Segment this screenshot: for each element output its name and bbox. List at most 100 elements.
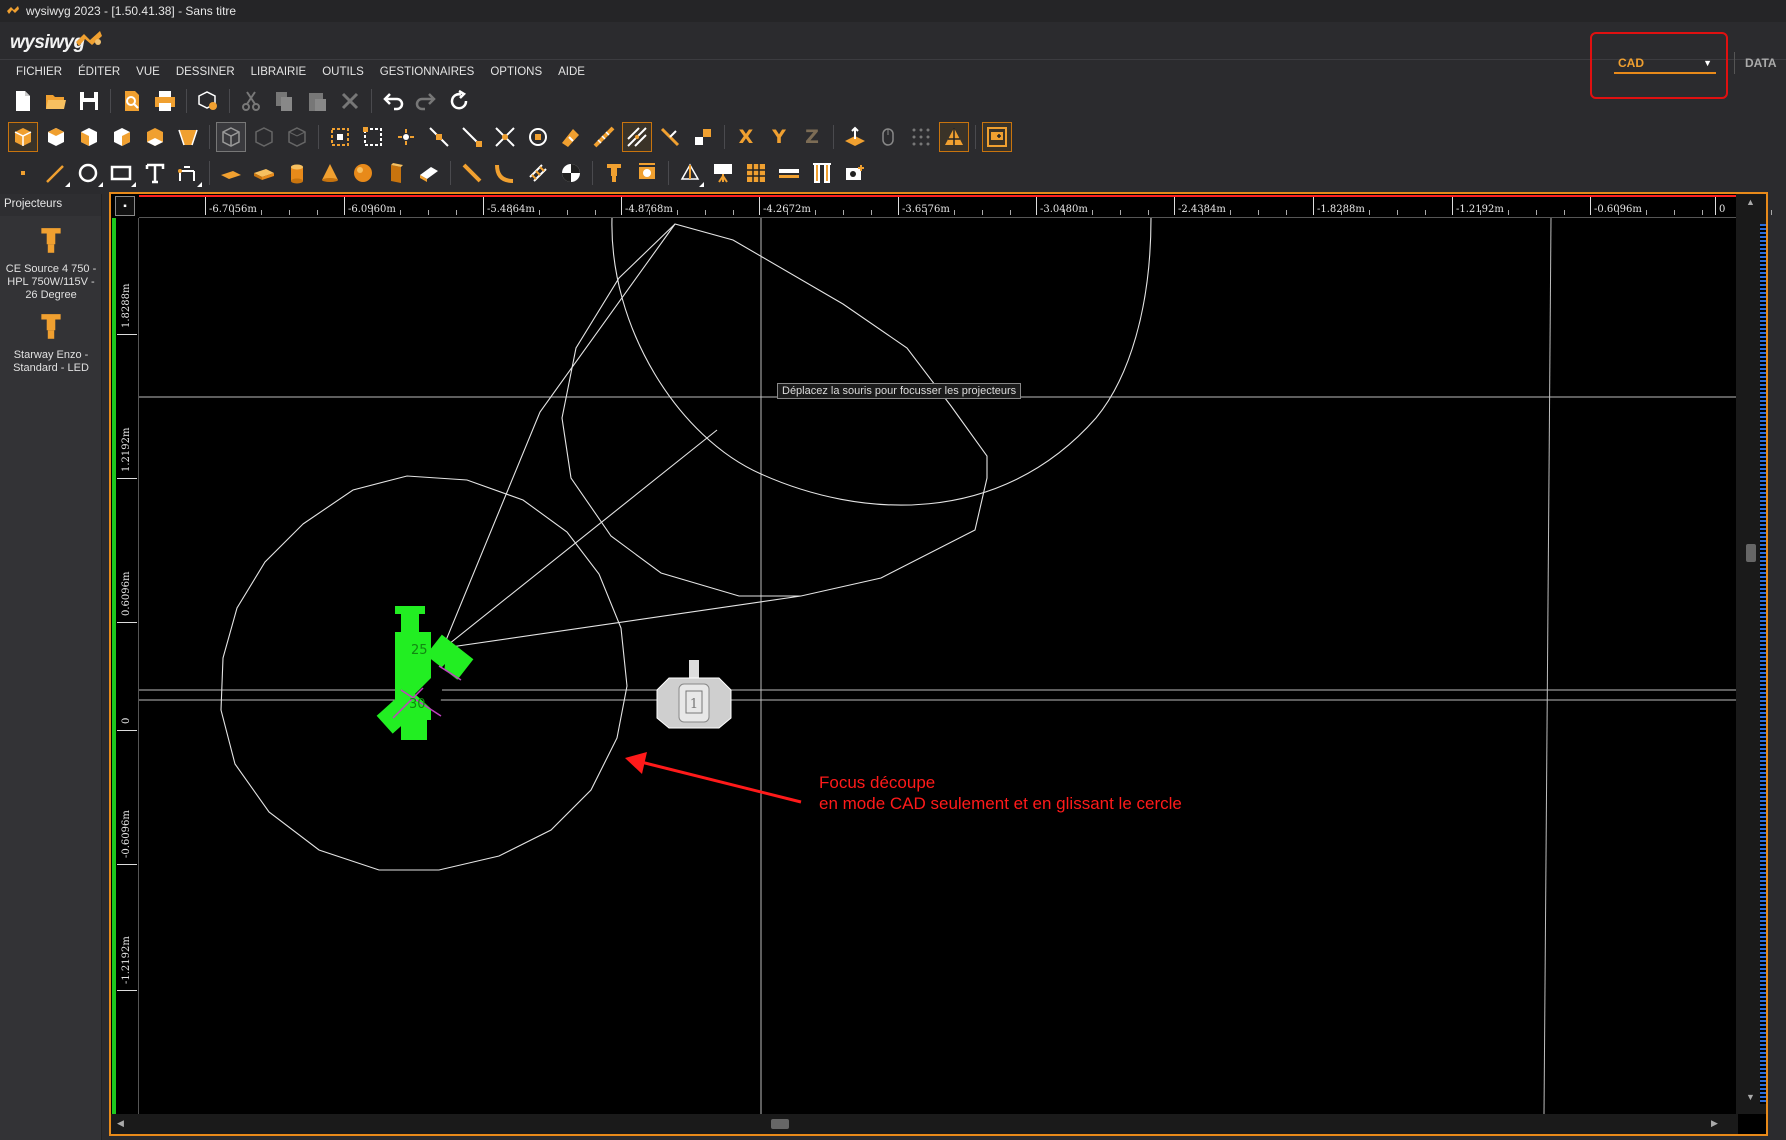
snap-object-button[interactable]	[556, 122, 586, 152]
menu-dessiner[interactable]: DESSINER	[168, 66, 243, 78]
layers-button[interactable]	[982, 122, 1012, 152]
new-file-button[interactable]	[8, 86, 38, 116]
ruler-minor-tick	[843, 210, 844, 215]
menu-editer[interactable]: ÉDITER	[70, 66, 128, 78]
work-plane-button[interactable]	[840, 122, 870, 152]
refresh-button[interactable]	[444, 86, 474, 116]
cad-viewport[interactable]: ▪ -6.7056m-6.0960m-5.4864m-4.8768m-4.267…	[109, 192, 1772, 1136]
view-right-button[interactable]	[107, 122, 137, 152]
draw-book-button[interactable]	[414, 158, 444, 188]
grid-dots-button[interactable]	[906, 122, 936, 152]
focus-mode-button[interactable]	[939, 122, 969, 152]
open-file-button[interactable]	[41, 86, 71, 116]
scroll-up-icon[interactable]: ▲	[1746, 197, 1755, 207]
fixture-symbol-1[interactable]: 1	[656, 660, 732, 729]
insert-drape-button[interactable]	[807, 158, 837, 188]
undo-button[interactable]	[378, 86, 408, 116]
cut-button[interactable]	[236, 86, 266, 116]
copy-button[interactable]	[269, 86, 299, 116]
insert-projector-screen-button[interactable]	[708, 158, 738, 188]
draw-rectangle-button[interactable]	[107, 158, 137, 188]
menu-librairie[interactable]: LIBRAIRIE	[243, 66, 315, 78]
insert-fixture-button[interactable]	[599, 158, 629, 188]
drawing-canvas[interactable]: 1 25 30 Déplacez la souris pour focusser…	[139, 218, 1736, 1114]
draw-sphere-button[interactable]	[348, 158, 378, 188]
scroll-right-icon[interactable]: ▶	[1711, 1118, 1718, 1129]
draw-circle-button[interactable]	[74, 158, 104, 188]
insert-moving-head-button[interactable]	[632, 158, 662, 188]
draw-pipe-button[interactable]	[457, 158, 487, 188]
view-top-button[interactable]	[41, 122, 71, 152]
draw-truss-button[interactable]	[523, 158, 553, 188]
menu-outils[interactable]: OUTILS	[314, 66, 372, 78]
vertical-scrollbar[interactable]: ▲ ▼	[1736, 194, 1766, 1114]
menu-options[interactable]: OPTIONS	[482, 66, 550, 78]
horizontal-scroll-thumb[interactable]	[771, 1119, 789, 1129]
snap-intersection-button[interactable]	[490, 122, 520, 152]
cube-front-icon	[81, 128, 97, 146]
draw-dimension-button[interactable]	[173, 158, 203, 188]
draw-line-button[interactable]	[41, 158, 71, 188]
delete-button[interactable]	[335, 86, 365, 116]
draw-point-button[interactable]	[8, 158, 38, 188]
axis-z-label: Z	[805, 126, 819, 148]
print-preview-button[interactable]	[117, 86, 147, 116]
menu-gestionnaires[interactable]: GESTIONNAIRES	[372, 66, 483, 78]
snap-grid-button[interactable]	[622, 122, 652, 152]
snap-tangent-button[interactable]	[688, 122, 718, 152]
redo-button[interactable]	[411, 86, 441, 116]
axis-x-button[interactable]: X	[731, 122, 761, 152]
insert-camera-view-button[interactable]	[675, 158, 705, 188]
scroll-left-icon[interactable]: ◀	[117, 1118, 124, 1129]
ruler-minor-tick	[871, 210, 872, 215]
select-window-button[interactable]	[325, 122, 355, 152]
ruler-tick	[205, 197, 206, 215]
viewport-menu-button[interactable]: ▪	[115, 196, 135, 216]
snap-perpendicular-button[interactable]	[655, 122, 685, 152]
render-solid-button[interactable]	[282, 122, 312, 152]
view-iso-button[interactable]	[8, 122, 38, 152]
draw-curved-pipe-button[interactable]	[490, 158, 520, 188]
vertical-scroll-thumb[interactable]	[1746, 544, 1756, 562]
axis-y-button[interactable]: Y	[764, 122, 794, 152]
select-crossing-button[interactable]	[358, 122, 388, 152]
draw-focus-target-button[interactable]	[556, 158, 586, 188]
menu-aide[interactable]: AIDE	[550, 66, 593, 78]
print-button[interactable]	[150, 86, 180, 116]
insert-batten-button[interactable]	[774, 158, 804, 188]
snap-center-button[interactable]	[523, 122, 553, 152]
menu-fichier[interactable]: FICHIER	[8, 66, 70, 78]
horizontal-scrollbar[interactable]: ◀ ▶	[111, 1114, 1738, 1134]
paste-button[interactable]	[302, 86, 332, 116]
snap-endpoint-button[interactable]	[457, 122, 487, 152]
insert-camera-button[interactable]	[840, 158, 870, 188]
ruler-tick	[1313, 197, 1314, 215]
menu-vue[interactable]: VUE	[128, 66, 168, 78]
ruler-minor-tick	[233, 210, 234, 215]
snap-midpoint-button[interactable]	[424, 122, 454, 152]
draw-cone-button[interactable]	[315, 158, 345, 188]
render-hidden-button[interactable]	[249, 122, 279, 152]
insert-led-wall-button[interactable]	[741, 158, 771, 188]
draw-cylinder-button[interactable]	[282, 158, 312, 188]
package-settings-button[interactable]	[193, 86, 223, 116]
scroll-down-icon[interactable]: ▼	[1746, 1092, 1755, 1102]
fixture-group-green[interactable]: 25 30	[376, 606, 474, 740]
save-button[interactable]	[74, 86, 104, 116]
axis-z-button[interactable]: Z	[797, 122, 827, 152]
snap-point-button[interactable]	[391, 122, 421, 152]
draw-text-button[interactable]	[140, 158, 170, 188]
view-front-button[interactable]	[74, 122, 104, 152]
delete-x-icon	[341, 92, 359, 110]
fixture-item-ce-source4[interactable]: CE Source 4 750 - HPL 750W/115V - 26 Deg…	[0, 226, 102, 302]
draw-extrude-button[interactable]	[381, 158, 411, 188]
view-bottom-button[interactable]	[140, 122, 170, 152]
draw-box-button[interactable]	[249, 158, 279, 188]
draw-plane-button[interactable]	[216, 158, 246, 188]
snap-edge-button[interactable]	[589, 122, 619, 152]
render-wireframe-button[interactable]	[216, 122, 246, 152]
panel-title: Projecteurs	[0, 194, 101, 216]
mouse-mode-button[interactable]	[873, 122, 903, 152]
fixture-item-starway-enzo[interactable]: Starway Enzo - Standard - LED	[0, 312, 102, 375]
view-perspective-button[interactable]	[173, 122, 203, 152]
